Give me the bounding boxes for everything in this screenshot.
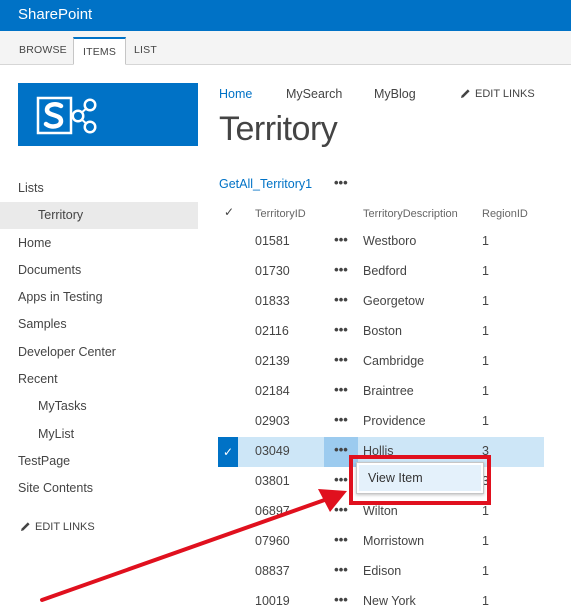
annotation-arrow-icon — [40, 489, 347, 602]
